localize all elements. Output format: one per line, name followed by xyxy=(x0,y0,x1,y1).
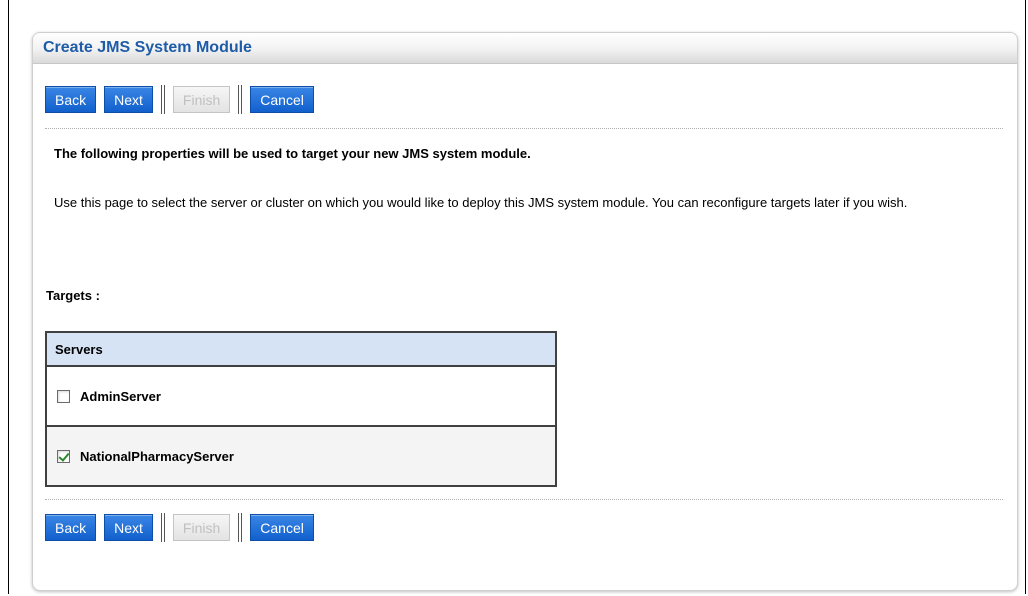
adminserver-checkbox[interactable] xyxy=(57,389,70,403)
next-button[interactable]: Next xyxy=(104,86,153,113)
server-row-adminserver: AdminServer xyxy=(47,367,555,425)
cancel-button[interactable]: Cancel xyxy=(250,86,314,113)
nationalpharmacyserver-checkbox[interactable] xyxy=(57,449,70,463)
button-separator xyxy=(238,85,243,114)
servers-table-header: Servers xyxy=(47,333,555,367)
servers-table: Servers AdminServer NationalPharmacyServ… xyxy=(45,331,557,487)
top-button-bar: Back Next Finish Cancel xyxy=(45,85,322,114)
divider xyxy=(45,128,1003,129)
description-text: Use this page to select the server or cl… xyxy=(54,195,908,210)
targets-label: Targets : xyxy=(46,288,100,303)
server-label: NationalPharmacyServer xyxy=(80,448,234,464)
intro-text: The following properties will be used to… xyxy=(54,146,531,161)
finish-button: Finish xyxy=(172,86,231,113)
next-button[interactable]: Next xyxy=(104,514,153,541)
server-row-nationalpharmacyserver: NationalPharmacyServer xyxy=(47,425,555,485)
back-button[interactable]: Back xyxy=(45,86,97,113)
button-separator xyxy=(160,85,165,114)
server-label: AdminServer xyxy=(80,388,161,404)
panel-title: Create JMS System Module xyxy=(43,39,252,56)
button-separator xyxy=(160,513,165,542)
divider xyxy=(45,499,1003,500)
back-button[interactable]: Back xyxy=(45,514,97,541)
button-separator xyxy=(238,513,243,542)
finish-button: Finish xyxy=(172,514,231,541)
bottom-button-bar: Back Next Finish Cancel xyxy=(45,513,322,542)
panel-header: Create JMS System Module xyxy=(33,33,1017,64)
cancel-button[interactable]: Cancel xyxy=(250,514,314,541)
create-jms-module-panel: Create JMS System Module Back Next Finis… xyxy=(32,32,1018,591)
